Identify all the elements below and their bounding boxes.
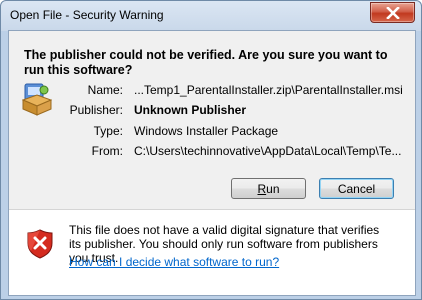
- type-label: Type:: [93, 124, 123, 138]
- publisher-label: Publisher:: [69, 103, 123, 117]
- publisher-value: Unknown Publisher: [134, 103, 247, 117]
- name-value: ...Temp1_ParentalInstaller.zip\ParentalI…: [134, 83, 403, 97]
- from-value: C:\Users\techinnovative\AppData\Local\Te…: [134, 144, 402, 158]
- warning-heading: The publisher could not be verified. Are…: [24, 48, 388, 77]
- security-shield-warning-icon: [27, 229, 53, 259]
- dialog-window: Open File - Security Warning The publish…: [0, 0, 422, 300]
- dialog-body: The publisher could not be verified. Are…: [8, 30, 416, 296]
- window-title: Open File - Security Warning: [10, 8, 164, 22]
- run-label-suffix: un: [266, 181, 280, 196]
- run-accelerator: R: [257, 181, 267, 196]
- type-value: Windows Installer Package: [134, 124, 279, 138]
- close-x-icon: [385, 6, 400, 19]
- title-bar[interactable]: Open File - Security Warning: [1, 1, 421, 31]
- warning-footer: This file does not have a valid digital …: [9, 210, 415, 295]
- from-label: From:: [91, 144, 123, 158]
- name-label: Name:: [87, 83, 123, 97]
- installer-package-icon: [22, 83, 52, 116]
- cancel-button[interactable]: Cancel: [319, 178, 394, 199]
- help-link[interactable]: How can I decide what software to run?: [69, 255, 279, 269]
- run-button[interactable]: Run: [231, 178, 306, 199]
- close-button[interactable]: [370, 2, 415, 23]
